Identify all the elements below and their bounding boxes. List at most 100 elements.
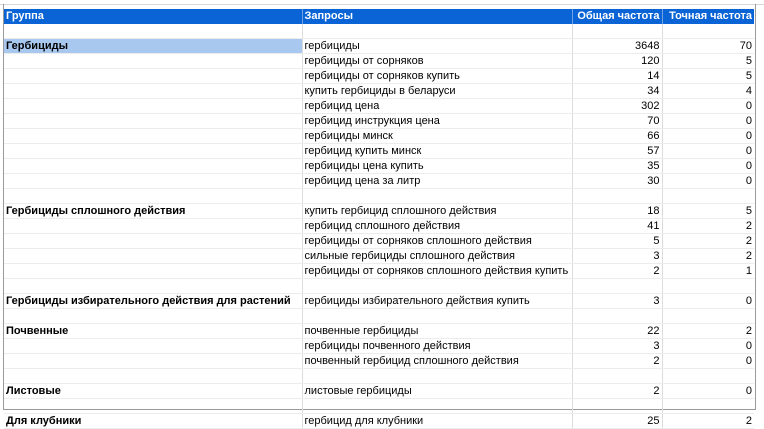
- exact-frequency-cell[interactable]: 70: [662, 38, 754, 54]
- query-cell[interactable]: гербицид инструкция цена: [302, 113, 573, 129]
- empty-cell[interactable]: [572, 368, 663, 384]
- total-frequency-cell[interactable]: 2: [572, 383, 663, 399]
- query-cell[interactable]: гербицид для клубники: [302, 413, 573, 429]
- total-frequency-cell[interactable]: 2: [572, 353, 663, 369]
- group-cell[interactable]: Листовые: [4, 383, 303, 399]
- total-frequency-cell[interactable]: 5: [572, 233, 663, 249]
- total-frequency-cell[interactable]: 66: [572, 128, 663, 144]
- group-cell[interactable]: [4, 263, 303, 279]
- total-frequency-cell[interactable]: 35: [572, 158, 663, 174]
- query-cell[interactable]: гербициды: [302, 38, 573, 54]
- exact-frequency-cell[interactable]: 0: [662, 173, 754, 189]
- empty-cell[interactable]: [662, 398, 754, 414]
- query-cell[interactable]: почвенные гербициды: [302, 323, 573, 339]
- query-cell[interactable]: почвенный гербицид сплошного действия: [302, 353, 573, 369]
- empty-cell[interactable]: [4, 308, 303, 324]
- empty-cell[interactable]: [572, 308, 663, 324]
- group-cell[interactable]: [4, 53, 303, 69]
- empty-cell[interactable]: [662, 188, 754, 204]
- query-cell[interactable]: гербицид купить минск: [302, 143, 573, 159]
- group-cell[interactable]: [4, 233, 303, 249]
- exact-frequency-cell[interactable]: 0: [662, 113, 754, 129]
- group-cell[interactable]: [4, 113, 303, 129]
- total-frequency-cell[interactable]: 3: [572, 293, 663, 309]
- group-cell[interactable]: [4, 353, 303, 369]
- query-cell[interactable]: гербицид сплошного действия: [302, 218, 573, 234]
- query-cell[interactable]: гербициды от сорняков: [302, 53, 573, 69]
- exact-frequency-cell[interactable]: 2: [662, 218, 754, 234]
- empty-cell[interactable]: [302, 188, 573, 204]
- group-cell[interactable]: Гербициды: [4, 38, 303, 54]
- empty-cell[interactable]: [662, 24, 754, 39]
- empty-cell[interactable]: [4, 24, 303, 39]
- exact-frequency-cell[interactable]: 2: [662, 248, 754, 264]
- column-header-exact[interactable]: Точная частота: [662, 9, 754, 24]
- column-header-group[interactable]: Группа: [4, 9, 303, 24]
- group-cell[interactable]: [4, 218, 303, 234]
- exact-frequency-cell[interactable]: 0: [662, 128, 754, 144]
- exact-frequency-cell[interactable]: 0: [662, 143, 754, 159]
- total-frequency-cell[interactable]: 22: [572, 323, 663, 339]
- group-cell[interactable]: [4, 98, 303, 114]
- exact-frequency-cell[interactable]: 0: [662, 353, 754, 369]
- total-frequency-cell[interactable]: 30: [572, 173, 663, 189]
- exact-frequency-cell[interactable]: 2: [662, 413, 754, 429]
- query-cell[interactable]: гербициды цена купить: [302, 158, 573, 174]
- query-cell[interactable]: гербициды от сорняков сплошного действия…: [302, 263, 573, 279]
- empty-cell[interactable]: [4, 188, 303, 204]
- exact-frequency-cell[interactable]: 2: [662, 323, 754, 339]
- total-frequency-cell[interactable]: 3: [572, 338, 663, 354]
- group-cell[interactable]: [4, 83, 303, 99]
- empty-cell[interactable]: [572, 278, 663, 294]
- query-cell[interactable]: гербициды минск: [302, 128, 573, 144]
- total-frequency-cell[interactable]: 70: [572, 113, 663, 129]
- group-cell[interactable]: Гербициды избирательного действия для ра…: [4, 293, 303, 309]
- query-cell[interactable]: гербицид цена за литр: [302, 173, 573, 189]
- empty-cell[interactable]: [662, 308, 754, 324]
- query-cell[interactable]: купить гербицид сплошного действия: [302, 203, 573, 219]
- query-cell[interactable]: гербициды от сорняков сплошного действия: [302, 233, 573, 249]
- total-frequency-cell[interactable]: 3648: [572, 38, 663, 54]
- empty-cell[interactable]: [572, 24, 663, 39]
- exact-frequency-cell[interactable]: 5: [662, 68, 754, 84]
- query-cell[interactable]: купить гербициды в беларуси: [302, 83, 573, 99]
- empty-cell[interactable]: [662, 278, 754, 294]
- column-header-query[interactable]: Запросы: [302, 9, 573, 24]
- group-cell[interactable]: [4, 158, 303, 174]
- column-header-total[interactable]: Общая частота: [572, 9, 663, 24]
- total-frequency-cell[interactable]: 302: [572, 98, 663, 114]
- exact-frequency-cell[interactable]: 0: [662, 158, 754, 174]
- empty-cell[interactable]: [4, 398, 303, 414]
- group-cell[interactable]: [4, 248, 303, 264]
- empty-cell[interactable]: [302, 368, 573, 384]
- empty-cell[interactable]: [302, 398, 573, 414]
- total-frequency-cell[interactable]: 2: [572, 263, 663, 279]
- exact-frequency-cell[interactable]: 5: [662, 203, 754, 219]
- exact-frequency-cell[interactable]: 1: [662, 263, 754, 279]
- empty-cell[interactable]: [302, 308, 573, 324]
- empty-cell[interactable]: [4, 278, 303, 294]
- total-frequency-cell[interactable]: 120: [572, 53, 663, 69]
- exact-frequency-cell[interactable]: 0: [662, 338, 754, 354]
- total-frequency-cell[interactable]: 25: [572, 413, 663, 429]
- empty-cell[interactable]: [302, 24, 573, 39]
- total-frequency-cell[interactable]: 57: [572, 143, 663, 159]
- group-cell[interactable]: Гербициды сплошного действия: [4, 203, 303, 219]
- empty-cell[interactable]: [662, 368, 754, 384]
- empty-cell[interactable]: [572, 398, 663, 414]
- query-cell[interactable]: гербициды избирательного действия купить: [302, 293, 573, 309]
- empty-cell[interactable]: [4, 368, 303, 384]
- total-frequency-cell[interactable]: 34: [572, 83, 663, 99]
- group-cell[interactable]: [4, 143, 303, 159]
- exact-frequency-cell[interactable]: 5: [662, 53, 754, 69]
- query-cell[interactable]: гербициды от сорняков купить: [302, 68, 573, 84]
- group-cell[interactable]: [4, 68, 303, 84]
- group-cell[interactable]: Для клубники: [4, 413, 303, 429]
- total-frequency-cell[interactable]: 41: [572, 218, 663, 234]
- group-cell[interactable]: [4, 338, 303, 354]
- exact-frequency-cell[interactable]: 4: [662, 83, 754, 99]
- exact-frequency-cell[interactable]: 0: [662, 383, 754, 399]
- group-cell[interactable]: [4, 173, 303, 189]
- total-frequency-cell[interactable]: 14: [572, 68, 663, 84]
- group-cell[interactable]: [4, 128, 303, 144]
